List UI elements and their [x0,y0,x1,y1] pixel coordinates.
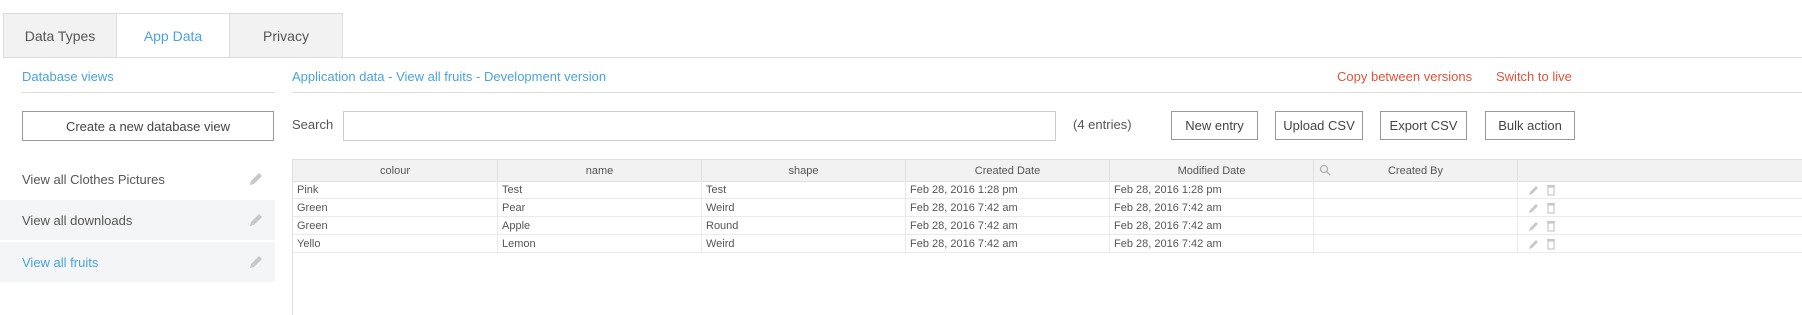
sidebar-item-label: View all fruits [22,254,99,270]
trash-icon[interactable] [1546,202,1556,214]
table-row[interactable]: Yello Lemon Weird Feb 28, 2016 7:42 am F… [293,235,1802,253]
cell-created-by [1314,217,1518,234]
cell-colour: Green [293,199,498,216]
pencil-icon[interactable] [1528,220,1540,232]
column-header-created-by[interactable]: Created By [1314,160,1518,181]
cell-colour: Pink [293,181,498,198]
sidebar-divider [22,92,275,93]
tab-app-data[interactable]: App Data [117,13,229,58]
search-icon[interactable] [1319,164,1331,176]
cell-colour: Yello [293,235,498,252]
tab-data-types[interactable]: Data Types [3,13,117,57]
panel-top-border [3,57,1802,58]
cell-modified-date: Feb 28, 2016 7:42 am [1110,217,1314,234]
column-header-colour[interactable]: colour [293,160,498,181]
new-entry-button[interactable]: New entry [1171,111,1258,140]
export-csv-button[interactable]: Export CSV [1380,111,1467,140]
cell-shape: Weird [702,199,906,216]
upload-csv-button[interactable]: Upload CSV [1275,111,1363,140]
column-header-name[interactable]: name [498,160,702,181]
main-divider [292,92,1802,93]
cell-modified-date: Feb 28, 2016 7:42 am [1110,235,1314,252]
cell-created-date: Feb 28, 2016 7:42 am [906,199,1110,216]
entries-count: (4 entries) [1073,117,1132,132]
pencil-icon[interactable] [247,211,265,229]
cell-created-date: Feb 28, 2016 1:28 pm [906,181,1110,198]
table-row[interactable]: Pink Test Test Feb 28, 2016 1:28 pm Feb … [293,181,1802,199]
column-header-label: Created By [1387,164,1444,177]
column-header-shape[interactable]: shape [702,160,906,181]
cell-created-by [1314,235,1518,252]
page-title: Application data - View all fruits - Dev… [292,69,607,84]
sidebar-title: Database views [22,69,114,84]
sidebar-item-label: View all downloads [22,212,133,228]
pencil-icon[interactable] [247,253,265,271]
switch-to-live-link[interactable]: Switch to live [1496,69,1572,84]
table-header: colour name shape Created Date Modified … [293,160,1802,182]
cell-shape: Round [702,217,906,234]
copy-between-versions-link[interactable]: Copy between versions [1337,69,1472,84]
cell-name: Pear [498,199,702,216]
create-database-view-button[interactable]: Create a new database view [22,111,274,141]
row-actions [1528,181,1556,198]
tab-privacy[interactable]: Privacy [229,13,343,57]
sidebar-item-label: View all Clothes Pictures [22,171,165,187]
sidebar-item-downloads[interactable]: View all downloads [0,200,275,240]
column-header-created-date[interactable]: Created Date [906,160,1110,181]
pencil-icon[interactable] [1528,184,1540,196]
row-actions [1528,199,1556,216]
cell-created-date: Feb 28, 2016 7:42 am [906,235,1110,252]
row-actions [1528,217,1556,234]
bulk-action-button[interactable]: Bulk action [1485,111,1575,140]
cell-name: Apple [498,217,702,234]
pencil-icon[interactable] [1528,238,1540,250]
cell-created-by [1314,199,1518,216]
pencil-icon[interactable] [1528,202,1540,214]
cell-shape: Test [702,181,906,198]
row-actions [1528,235,1556,252]
pencil-icon[interactable] [247,170,265,188]
data-table: colour name shape Created Date Modified … [292,159,1802,315]
sidebar-item-fruits[interactable]: View all fruits [0,242,275,282]
table-row[interactable]: Green Pear Weird Feb 28, 2016 7:42 am Fe… [293,199,1802,217]
trash-icon[interactable] [1546,220,1556,232]
trash-icon[interactable] [1546,238,1556,250]
search-label: Search [292,117,334,132]
column-header-modified-date[interactable]: Modified Date [1110,160,1314,181]
cell-created-by [1314,181,1518,198]
cell-created-date: Feb 28, 2016 7:42 am [906,217,1110,234]
trash-icon[interactable] [1546,184,1556,196]
cell-modified-date: Feb 28, 2016 7:42 am [1110,199,1314,216]
cell-name: Lemon [498,235,702,252]
cell-name: Test [498,181,702,198]
sidebar-item-clothes-pictures[interactable]: View all Clothes Pictures [0,159,275,199]
cell-colour: Green [293,217,498,234]
cell-shape: Weird [702,235,906,252]
table-row[interactable]: Green Apple Round Feb 28, 2016 7:42 am F… [293,217,1802,235]
cell-modified-date: Feb 28, 2016 1:28 pm [1110,181,1314,198]
search-input[interactable] [343,111,1056,141]
tab-bar: Data Types App Data Privacy [3,13,343,58]
